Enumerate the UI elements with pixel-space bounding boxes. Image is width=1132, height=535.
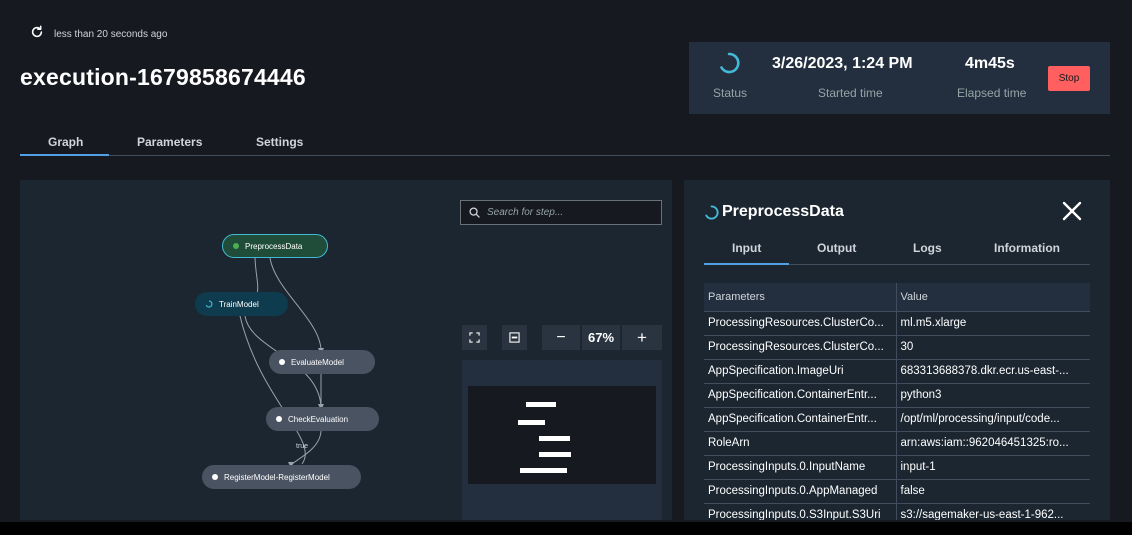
tab-information[interactable]: Information bbox=[994, 241, 1060, 255]
parameter-name: AppSpecification.ContainerEntr... bbox=[704, 382, 897, 407]
last-refreshed-text: less than 20 seconds ago bbox=[54, 29, 168, 40]
column-header-value[interactable]: Value bbox=[896, 283, 1090, 311]
pending-dot-icon bbox=[279, 359, 285, 365]
center-icon bbox=[509, 332, 520, 343]
active-tab-indicator bbox=[704, 263, 789, 265]
graph-node-trainmodel[interactable]: TrainModel bbox=[195, 292, 288, 316]
parameter-name: ProcessingInputs.0.S3Input.S3Uri bbox=[704, 502, 897, 520]
parameter-value: arn:aws:iam::962046451325:ro... bbox=[896, 430, 1090, 455]
tab-output[interactable]: Output bbox=[817, 241, 856, 255]
parameter-value: 30 bbox=[896, 334, 1090, 359]
column-header-parameters[interactable]: Parameters bbox=[704, 283, 897, 311]
close-icon[interactable] bbox=[1060, 199, 1084, 223]
active-tab-indicator bbox=[20, 154, 109, 156]
table-row: AppSpecification.ContainerEntr.../opt/ml… bbox=[704, 406, 1090, 431]
parameter-name: ProcessingResources.ClusterCo... bbox=[704, 334, 897, 359]
table-row: ProcessingResources.ClusterCo... 30 bbox=[704, 334, 1090, 359]
elapsed-time-label: Elapsed time bbox=[957, 86, 1027, 100]
details-tabs: Input Output Logs Information bbox=[704, 236, 1090, 265]
table-header-row: Parameters Value bbox=[704, 283, 1090, 311]
search-step-box bbox=[460, 200, 662, 225]
minimap-node bbox=[539, 452, 571, 457]
graph-node-registermodel[interactable]: RegisterModel-RegisterModel bbox=[202, 465, 361, 489]
page-title: execution-1679858674446 bbox=[20, 64, 306, 90]
parameter-name: AppSpecification.ContainerEntr... bbox=[704, 406, 897, 431]
graph-node-preprocessdata[interactable]: PreprocessData bbox=[222, 234, 328, 258]
zoom-in-button[interactable]: + bbox=[622, 325, 662, 350]
parameter-name: AppSpecification.ImageUri bbox=[704, 358, 897, 383]
fit-view-button[interactable] bbox=[462, 325, 487, 350]
parameter-value: python3 bbox=[896, 382, 1090, 407]
table-row: ProcessingInputs.0.AppManaged false bbox=[704, 478, 1090, 503]
tab-input[interactable]: Input bbox=[732, 241, 761, 255]
parameter-value: s3://sagemaker-us-east-1-962... bbox=[896, 502, 1090, 520]
status-label: Status bbox=[713, 86, 748, 100]
started-time-value: 3/26/2023, 1:24 PM bbox=[772, 55, 913, 72]
stop-button[interactable]: Stop bbox=[1048, 66, 1090, 91]
edge-label-true: true bbox=[296, 443, 309, 450]
running-spinner-icon bbox=[720, 52, 740, 74]
started-time-label: Started time bbox=[818, 86, 883, 100]
table-row: AppSpecification.ImageUri 683313688378.dk… bbox=[704, 358, 1090, 383]
input-parameters-table: Parameters Value ProcessingResources.Clu… bbox=[704, 283, 1090, 520]
window-bottom-edge bbox=[0, 522, 1132, 535]
pending-dot-icon bbox=[212, 474, 218, 480]
table-row: AppSpecification.ContainerEntr... python3 bbox=[704, 382, 1090, 407]
parameter-name: ProcessingInputs.0.AppManaged bbox=[704, 478, 897, 503]
step-details-panel: PreprocessData Input Output Logs Informa… bbox=[684, 180, 1110, 520]
minimap-node bbox=[539, 436, 570, 441]
parameter-value: /opt/ml/processing/input/code... bbox=[896, 406, 1090, 431]
elapsed-time-value: 4m45s bbox=[965, 55, 1015, 72]
parameter-value: input-1 bbox=[896, 454, 1090, 479]
minimap-viewport bbox=[468, 386, 656, 484]
table-row: ProcessingInputs.0.InputName input-1 bbox=[704, 454, 1090, 479]
execution-status-panel: Status 3/26/2023, 1:24 PM Started time 4… bbox=[689, 42, 1110, 114]
main-tabs: Graph Parameters Settings bbox=[20, 128, 1110, 156]
parameter-value: ml.m5.xlarge bbox=[896, 310, 1090, 335]
running-spinner-icon bbox=[705, 205, 719, 220]
tab-parameters[interactable]: Parameters bbox=[137, 135, 202, 149]
tab-settings[interactable]: Settings bbox=[256, 135, 303, 149]
refresh-icon[interactable] bbox=[30, 25, 44, 44]
center-view-button[interactable] bbox=[502, 325, 527, 350]
graph-minimap[interactable] bbox=[462, 360, 662, 520]
parameter-name: ProcessingInputs.0.InputName bbox=[704, 454, 897, 479]
minimap-node bbox=[520, 468, 567, 473]
search-icon bbox=[469, 207, 480, 218]
graph-node-evaluatemodel[interactable]: EvaluateModel bbox=[269, 350, 375, 374]
zoom-level: 67% bbox=[582, 325, 620, 350]
tab-graph[interactable]: Graph bbox=[48, 135, 83, 149]
parameter-name: ProcessingResources.ClusterCo... bbox=[704, 310, 897, 335]
parameter-value: 683313688378.dkr.ecr.us-east-... bbox=[896, 358, 1090, 383]
fullscreen-icon bbox=[469, 332, 480, 343]
running-spinner-icon bbox=[205, 300, 213, 308]
table-row: ProcessingResources.ClusterCo... ml.m5.xl… bbox=[704, 310, 1090, 335]
parameter-value: false bbox=[896, 478, 1090, 503]
status-dot-icon bbox=[233, 243, 239, 249]
graph-node-checkevaluation[interactable]: CheckEvaluation bbox=[266, 407, 379, 431]
table-row: RoleArn arn:aws:iam::962046451325:ro... bbox=[704, 430, 1090, 455]
graph-panel: PreprocessData TrainModel EvaluateModel … bbox=[20, 180, 672, 520]
refresh-row: less than 20 seconds ago bbox=[30, 25, 167, 44]
step-title: PreprocessData bbox=[722, 203, 844, 220]
minimap-node bbox=[518, 420, 545, 425]
minimap-node bbox=[526, 402, 556, 407]
pending-dot-icon bbox=[276, 416, 282, 422]
tab-logs[interactable]: Logs bbox=[913, 241, 942, 255]
table-row: ProcessingInputs.0.S3Input.S3Uri s3://sag… bbox=[704, 502, 1090, 520]
zoom-controls: − 67% + bbox=[542, 325, 662, 350]
parameter-name: RoleArn bbox=[704, 430, 897, 455]
zoom-out-button[interactable]: − bbox=[542, 325, 580, 350]
search-step-input[interactable] bbox=[487, 207, 657, 218]
